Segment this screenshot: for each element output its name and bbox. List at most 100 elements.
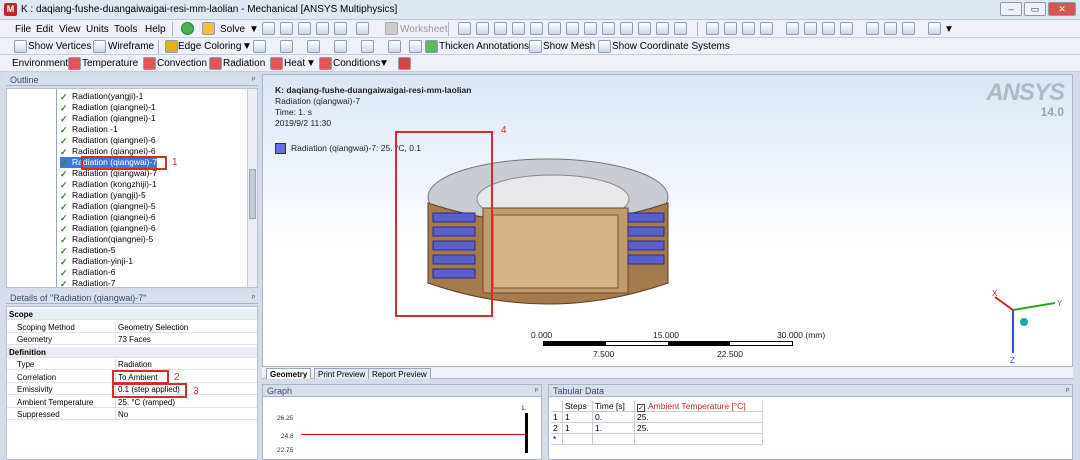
edge-icon[interactable]: [253, 40, 266, 53]
table-cell[interactable]: 25.: [635, 423, 763, 434]
tree-item[interactable]: ✓ Radiation (qiangnei)-5: [60, 201, 156, 212]
details-value[interactable]: Radiation: [115, 359, 152, 370]
toolbar-icon[interactable]: [262, 22, 275, 35]
edge-icon[interactable]: [280, 40, 293, 53]
tree-item[interactable]: ✓ Radiation-yinji-1: [60, 256, 133, 267]
show-coordinate-systems-button[interactable]: Show Coordinate Systems: [612, 39, 730, 54]
wireframe-button[interactable]: Wireframe: [108, 39, 154, 54]
tree-item[interactable]: ✓ Radiation(qiangnei)-5: [60, 234, 153, 245]
select-icon[interactable]: [584, 22, 597, 35]
select-icon[interactable]: [476, 22, 489, 35]
coordinate-triad[interactable]: X Y Z: [983, 285, 1073, 365]
select-icon[interactable]: [602, 22, 615, 35]
tree-item[interactable]: ✓ Radiation -1: [60, 124, 118, 135]
tree-item[interactable]: ✓ Radiation-7: [60, 278, 115, 287]
select-icon[interactable]: [458, 22, 471, 35]
select-icon[interactable]: [512, 22, 525, 35]
edge-icon[interactable]: [361, 40, 374, 53]
menu-file[interactable]: File: [15, 22, 31, 37]
table-cell[interactable]: 0.: [593, 412, 635, 423]
pan-icon[interactable]: [724, 22, 737, 35]
conditions-dropdown-icon[interactable]: ▼: [379, 56, 389, 71]
tree-item[interactable]: ✓ Radiation-6: [60, 267, 115, 278]
zoom-fit-icon[interactable]: [786, 22, 799, 35]
details-value[interactable]: No: [115, 409, 128, 420]
toolbar-icon[interactable]: [356, 22, 369, 35]
tree-item[interactable]: ✓ Radiation (qiangnei)-6: [60, 135, 156, 146]
edge-icon[interactable]: [307, 40, 320, 53]
menu-view[interactable]: View: [59, 22, 81, 37]
edge-icon[interactable]: [334, 40, 347, 53]
solve-icon[interactable]: [202, 22, 215, 35]
select-icon[interactable]: [638, 22, 651, 35]
menu-units[interactable]: Units: [86, 22, 109, 37]
details-value[interactable]: 25. °C (ramped): [115, 396, 175, 408]
zoom-icon[interactable]: [742, 22, 755, 35]
tab-print-preview[interactable]: Print Preview: [314, 368, 370, 379]
close-button[interactable]: ✕: [1048, 2, 1076, 16]
worksheet-icon[interactable]: [385, 22, 398, 35]
menu-tools[interactable]: Tools: [114, 22, 137, 37]
zoom-in-icon[interactable]: [804, 22, 817, 35]
pin-icon[interactable]: ᵖ: [1066, 385, 1069, 397]
minimize-button[interactable]: –: [1000, 2, 1022, 16]
toolbar-icon[interactable]: [334, 22, 347, 35]
commands-icon[interactable]: [398, 57, 411, 70]
solve-dropdown-icon[interactable]: ▼: [249, 22, 259, 37]
select-icon[interactable]: [656, 22, 669, 35]
tree-item[interactable]: ✓ Radiation-5: [60, 245, 115, 256]
edge-coloring-dropdown-icon[interactable]: ▼: [242, 39, 252, 54]
convection-button[interactable]: Convection: [157, 56, 207, 71]
pin-icon[interactable]: ᵖ: [252, 74, 255, 86]
maximize-button[interactable]: ▭: [1024, 2, 1046, 16]
tree-item[interactable]: ✓ Radiation (kongzhiji)-1: [60, 179, 157, 190]
tree-item[interactable]: ✓ Radiation(yangji)-1: [60, 91, 143, 102]
solve-button[interactable]: Solve: [220, 22, 245, 37]
temperature-button[interactable]: Temperature: [82, 56, 138, 71]
tree-item[interactable]: ✓ Radiation (qiangnei)-1: [60, 113, 156, 124]
zoom-box-icon[interactable]: [760, 22, 773, 35]
tab-report-preview[interactable]: Report Preview: [368, 368, 431, 379]
check-icon[interactable]: [181, 22, 194, 35]
layout-dropdown-icon[interactable]: ▼: [944, 22, 954, 37]
table-cell[interactable]: [593, 434, 635, 445]
menu-edit[interactable]: Edit: [36, 22, 53, 37]
thicken-annotations-button[interactable]: Thicken Annotations: [439, 39, 529, 54]
pin-icon[interactable]: ᵖ: [252, 292, 255, 304]
checkbox-icon[interactable]: ✓: [637, 404, 645, 412]
previous-view-icon[interactable]: [866, 22, 879, 35]
magnifier-icon[interactable]: [840, 22, 853, 35]
show-mesh-button[interactable]: Show Mesh: [543, 39, 595, 54]
toolbar-icon[interactable]: [316, 22, 329, 35]
edge-coloring-button[interactable]: Edge Coloring: [178, 39, 241, 54]
toolbar-icon[interactable]: [298, 22, 311, 35]
details-value[interactable]: 73 Faces: [115, 334, 151, 345]
menu-help[interactable]: Help: [145, 22, 166, 37]
select-icon[interactable]: [548, 22, 561, 35]
select-icon[interactable]: [530, 22, 543, 35]
heat-button[interactable]: Heat: [284, 56, 305, 71]
graphics-viewport[interactable]: K: daqiang-fushe-duangaiwaigai-resi-mm-l…: [262, 74, 1073, 367]
outline-scrollbar[interactable]: [247, 89, 257, 287]
select-icon[interactable]: [620, 22, 633, 35]
conditions-button[interactable]: Conditions: [333, 56, 380, 71]
tree-item[interactable]: ✓ Radiation (qiangnei)-6: [60, 223, 156, 234]
table-cell[interactable]: 1: [563, 423, 593, 434]
details-value[interactable]: Geometry Selection: [115, 321, 188, 333]
scrollbar-thumb[interactable]: [249, 169, 256, 219]
table-cell[interactable]: 1: [563, 412, 593, 423]
radiation-button[interactable]: Radiation: [223, 56, 265, 71]
table-cell[interactable]: 1.: [593, 423, 635, 434]
select-icon[interactable]: [674, 22, 687, 35]
viewport-layout-icon[interactable]: [928, 22, 941, 35]
tree-item[interactable]: ✓ Radiation (yangji)-5: [60, 190, 146, 201]
toolbar-icon[interactable]: [280, 22, 293, 35]
pin-icon[interactable]: ᵖ: [535, 385, 538, 397]
details-group[interactable]: Scope: [7, 309, 257, 320]
details-group[interactable]: Definition: [7, 346, 257, 358]
tree-item[interactable]: ✓ Radiation (qiangnei)-1: [60, 102, 156, 113]
select-icon[interactable]: [494, 22, 507, 35]
rotate-icon[interactable]: [706, 22, 719, 35]
table-cell[interactable]: [563, 434, 593, 445]
iso-view-icon[interactable]: [902, 22, 915, 35]
